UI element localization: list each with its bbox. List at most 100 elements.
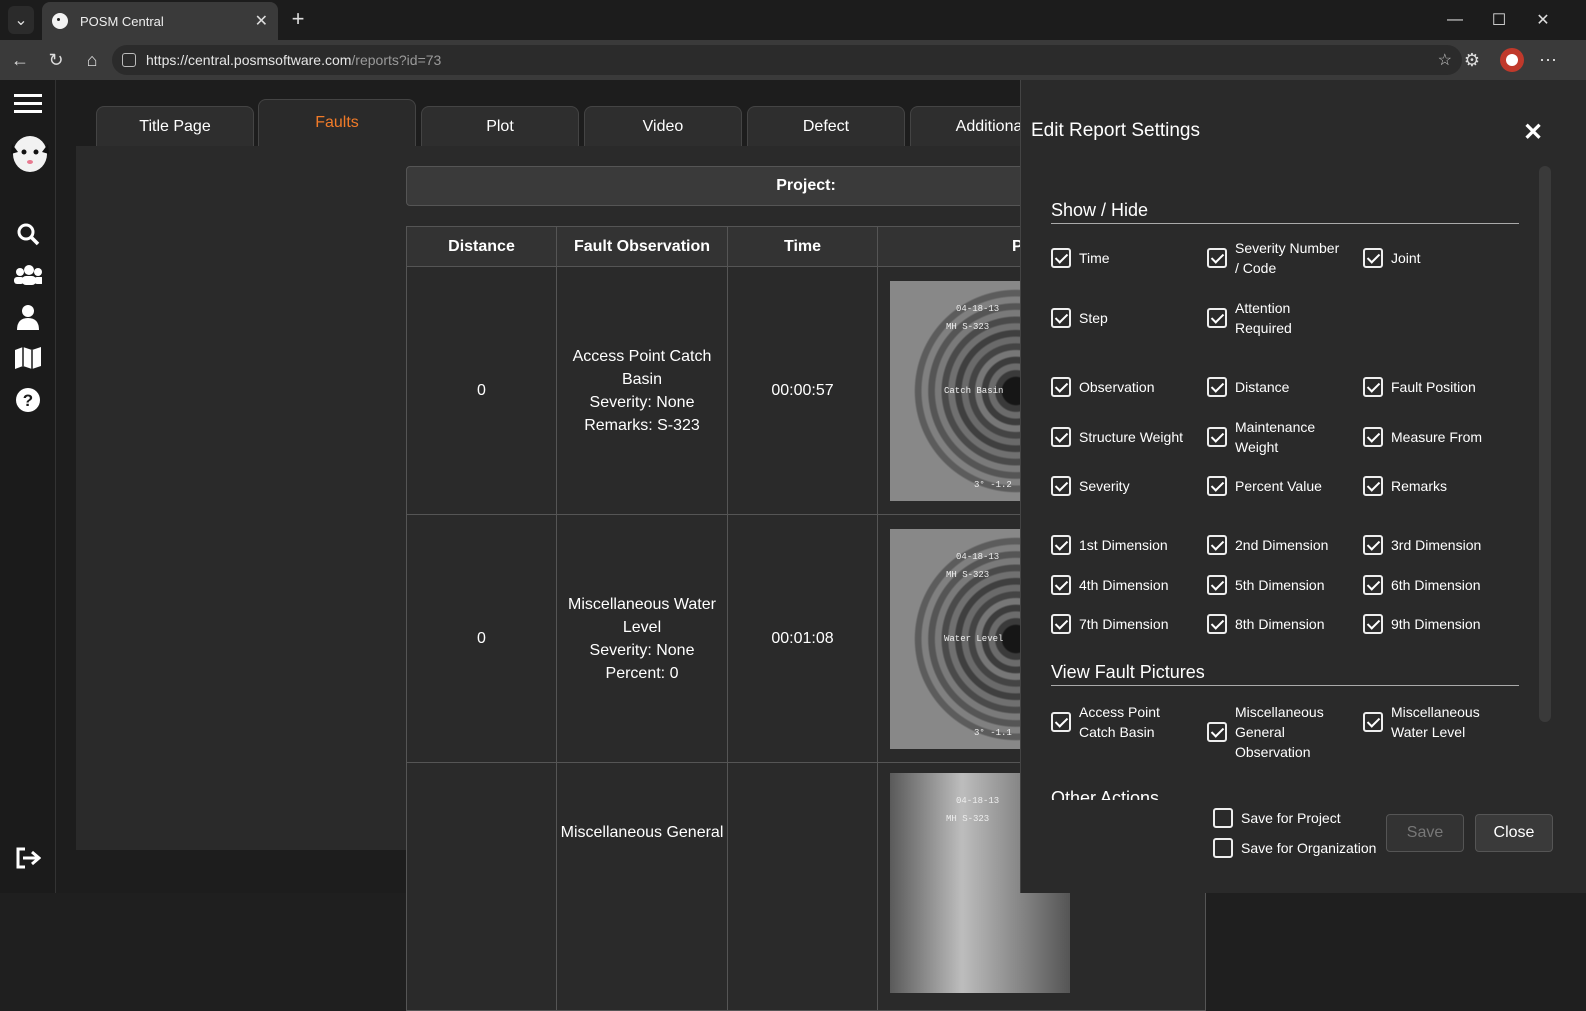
checkbox-box[interactable]	[1051, 308, 1071, 328]
checkbox-label: Miscellaneous General Observation	[1235, 704, 1324, 760]
checkbox-box[interactable]	[1207, 575, 1227, 595]
checkbox-box[interactable]	[1051, 248, 1071, 268]
checkbox-box[interactable]	[1207, 614, 1227, 634]
tab-faults[interactable]: Faults	[258, 99, 416, 146]
checkbox-box[interactable]	[1207, 476, 1227, 496]
save-for-organization-checkbox[interactable]: Save for Organization	[1213, 838, 1376, 858]
checkbox-3rd-dimension[interactable]: 3rd Dimension	[1363, 535, 1481, 555]
close-tab-icon[interactable]: ✕	[255, 11, 268, 31]
checkbox-observation[interactable]: Observation	[1051, 377, 1154, 397]
checkbox-box[interactable]	[1207, 377, 1227, 397]
checkbox-label: Time	[1079, 250, 1110, 266]
checkbox-distance[interactable]: Distance	[1207, 377, 1289, 397]
checkbox-maintenance-weight[interactable]: Maintenance Weight	[1207, 417, 1327, 457]
url-field[interactable]: https://central.posmsoftware.com /report…	[112, 45, 1462, 75]
profile-avatar[interactable]	[1500, 48, 1524, 72]
map-icon[interactable]	[14, 344, 42, 372]
checkbox-box[interactable]	[1213, 808, 1233, 828]
more-menu-icon[interactable]: ⋯	[1536, 48, 1560, 72]
maximize-icon[interactable]: ☐	[1476, 0, 1522, 40]
reload-icon[interactable]: ↻	[44, 48, 68, 72]
checkbox-box[interactable]	[1051, 614, 1071, 634]
checkbox-box[interactable]	[1363, 377, 1383, 397]
checkbox-picture-access-point[interactable]: Access Point Catch Basin	[1051, 702, 1171, 742]
checkbox-box[interactable]	[1051, 712, 1071, 732]
checkbox-label: Access Point Catch Basin	[1079, 704, 1160, 740]
save-for-project-checkbox[interactable]: Save for Project	[1213, 808, 1341, 828]
checkbox-label: Save for Project	[1241, 810, 1341, 826]
checkbox-severity-number[interactable]: Severity Number / Code	[1207, 238, 1347, 278]
checkbox-remarks[interactable]: Remarks	[1363, 476, 1447, 496]
window-close-icon[interactable]: ✕	[1520, 0, 1566, 40]
home-icon[interactable]: ⌂	[80, 48, 104, 72]
checkbox-label: Attention Required	[1235, 300, 1292, 336]
star-icon[interactable]: ☆	[1438, 50, 1452, 70]
checkbox-box[interactable]	[1363, 535, 1383, 555]
posm-favicon-icon	[52, 13, 68, 29]
user-icon[interactable]	[14, 303, 42, 331]
checkbox-box[interactable]	[1213, 838, 1233, 858]
drawer-scrollbar[interactable]	[1539, 166, 1551, 722]
checkbox-structure-weight[interactable]: Structure Weight	[1051, 427, 1183, 447]
checkbox-box[interactable]	[1363, 712, 1383, 732]
col-distance: Distance	[406, 226, 557, 267]
checkbox-box[interactable]	[1051, 535, 1071, 555]
logout-icon[interactable]	[14, 844, 42, 872]
checkbox-label: Save for Organization	[1241, 840, 1377, 856]
checkbox-label: Joint	[1391, 250, 1421, 266]
checkbox-fault-position[interactable]: Fault Position	[1363, 377, 1476, 397]
checkbox-label: Observation	[1079, 379, 1155, 395]
back-icon[interactable]: ←	[8, 48, 32, 72]
checkbox-step[interactable]: Step	[1051, 308, 1108, 328]
checkbox-box[interactable]	[1363, 248, 1383, 268]
extensions-icon[interactable]: ⚙	[1460, 48, 1484, 72]
tab-video[interactable]: Video	[584, 106, 742, 146]
checkbox-box[interactable]	[1207, 248, 1227, 268]
checkbox-box[interactable]	[1207, 427, 1227, 447]
checkbox-box[interactable]	[1051, 427, 1071, 447]
settings-scroll-area[interactable]: Show / Hide Time Severity Number / Code …	[1021, 160, 1551, 800]
checkbox-box[interactable]	[1051, 377, 1071, 397]
checkbox-box[interactable]	[1207, 308, 1227, 328]
tab-defect[interactable]: Defect	[747, 106, 905, 146]
checkbox-attention-required[interactable]: Attention Required	[1207, 298, 1317, 338]
checkbox-box[interactable]	[1363, 614, 1383, 634]
checkbox-2nd-dimension[interactable]: 2nd Dimension	[1207, 535, 1328, 555]
checkbox-percent-value[interactable]: Percent Value	[1207, 476, 1322, 496]
checkbox-box[interactable]	[1207, 535, 1227, 555]
checkbox-7th-dimension[interactable]: 7th Dimension	[1051, 614, 1169, 634]
hamburger-menu-icon[interactable]	[14, 90, 42, 118]
users-group-icon[interactable]	[14, 261, 42, 289]
checkbox-label: Remarks	[1391, 478, 1448, 494]
checkbox-joint[interactable]: Joint	[1363, 248, 1421, 268]
checkbox-4th-dimension[interactable]: 4th Dimension	[1051, 575, 1169, 595]
browser-tab[interactable]: POSM Central ✕	[42, 2, 278, 40]
checkbox-box[interactable]	[1363, 575, 1383, 595]
search-icon[interactable]	[14, 220, 42, 248]
checkbox-picture-misc-water[interactable]: Miscellaneous Water Level	[1363, 702, 1483, 742]
checkbox-9th-dimension[interactable]: 9th Dimension	[1363, 614, 1481, 634]
time-cell	[727, 762, 878, 1011]
close-button[interactable]: Close	[1475, 814, 1553, 852]
tab-list-button[interactable]: ⌄	[8, 6, 34, 34]
checkbox-box[interactable]	[1363, 427, 1383, 447]
checkbox-8th-dimension[interactable]: 8th Dimension	[1207, 614, 1325, 634]
tab-title-page[interactable]: Title Page	[96, 106, 254, 146]
help-icon[interactable]: ?	[14, 386, 42, 414]
new-tab-button[interactable]: +	[286, 8, 310, 32]
checkbox-severity[interactable]: Severity	[1051, 476, 1130, 496]
checkbox-measure-from[interactable]: Measure From	[1363, 427, 1482, 447]
checkbox-6th-dimension[interactable]: 6th Dimension	[1363, 575, 1481, 595]
checkbox-box[interactable]	[1051, 575, 1071, 595]
checkbox-picture-misc-general[interactable]: Miscellaneous General Observation	[1207, 702, 1327, 762]
checkbox-1st-dimension[interactable]: 1st Dimension	[1051, 535, 1168, 555]
checkbox-box[interactable]	[1207, 722, 1227, 742]
checkbox-box[interactable]	[1051, 476, 1071, 496]
save-button[interactable]: Save	[1386, 814, 1464, 852]
checkbox-5th-dimension[interactable]: 5th Dimension	[1207, 575, 1325, 595]
close-icon[interactable]: ✕	[1523, 118, 1543, 147]
checkbox-box[interactable]	[1363, 476, 1383, 496]
minimize-icon[interactable]: —	[1432, 0, 1478, 40]
tab-plot[interactable]: Plot	[421, 106, 579, 146]
checkbox-time[interactable]: Time	[1051, 248, 1110, 268]
